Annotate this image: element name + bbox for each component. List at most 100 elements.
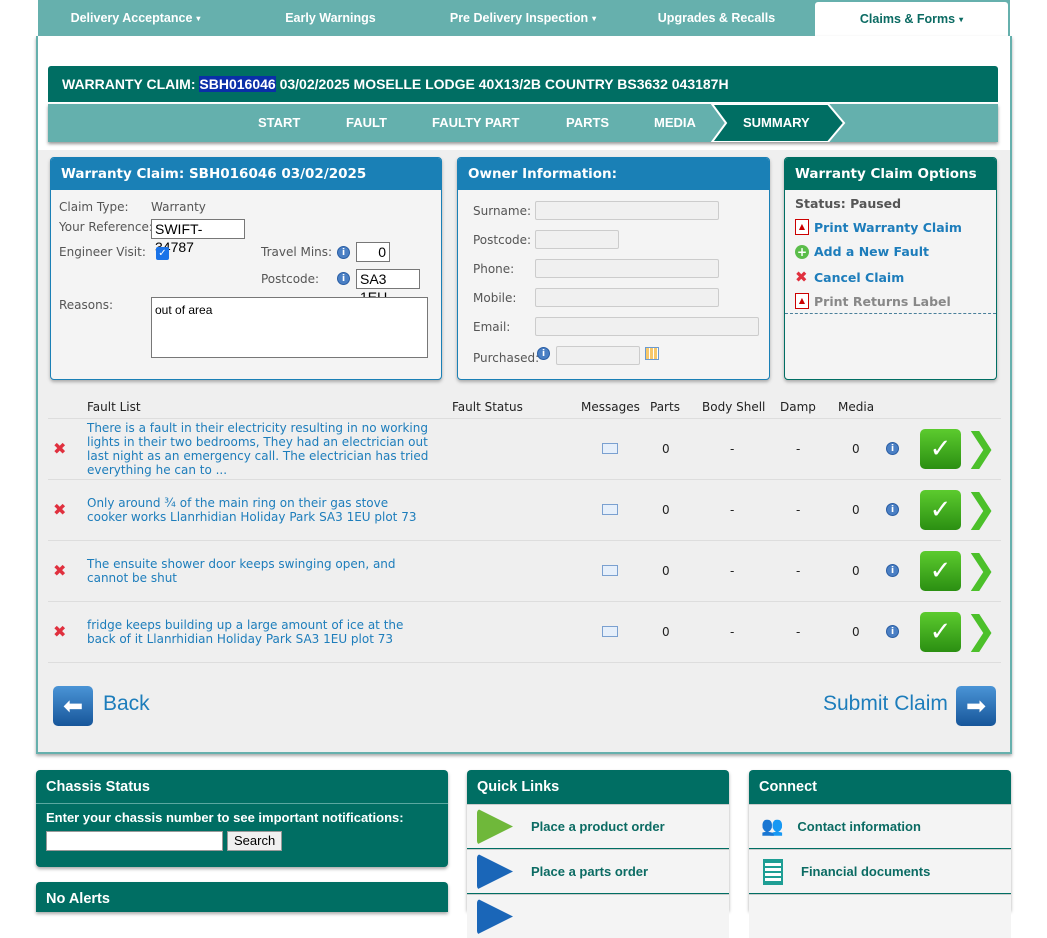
parts-count: 0 (662, 503, 670, 517)
tab-early-warnings[interactable]: Early Warnings (233, 0, 428, 36)
print-warranty-claim-link[interactable]: ▲ Print Warranty Claim (795, 219, 962, 235)
media-count: 0 (852, 625, 860, 639)
mail-icon[interactable] (602, 443, 618, 454)
header-prefix: WARRANTY CLAIM: (62, 76, 196, 92)
chevron-right-icon[interactable]: ❯ (965, 549, 997, 589)
info-icon[interactable]: i (886, 442, 899, 455)
submit-claim-link[interactable]: Submit Claim (823, 692, 948, 716)
back-link[interactable]: Back (103, 692, 150, 716)
fault-description-link[interactable]: The ensuite shower door keeps swinging o… (87, 557, 432, 585)
caret-down-icon: ▾ (196, 13, 201, 23)
submit-claim-button[interactable]: ➡ (956, 686, 996, 726)
cancel-claim-link[interactable]: ✖ Cancel Claim (795, 268, 904, 286)
step-media[interactable]: MEDIA (654, 104, 696, 142)
parts-count: 0 (662, 564, 670, 578)
parts-count: 0 (662, 442, 670, 456)
info-icon[interactable]: i (337, 246, 350, 259)
info-icon[interactable]: i (537, 347, 550, 360)
chevron-right-icon[interactable]: ❯ (965, 610, 997, 650)
step-parts[interactable]: PARTS (566, 104, 609, 142)
delete-fault-icon[interactable]: ✖ (53, 500, 66, 519)
info-icon[interactable]: i (886, 625, 899, 638)
info-icon[interactable]: i (337, 272, 350, 285)
quick-link-parts-order[interactable]: Place a parts order (467, 849, 729, 893)
mail-icon[interactable] (602, 504, 618, 515)
connect-more[interactable] (749, 894, 1011, 938)
engineer-visit-label: Engineer Visit: (59, 245, 146, 259)
caret-down-icon: ▾ (959, 14, 964, 24)
calendar-icon[interactable] (645, 347, 659, 360)
approve-check-button[interactable]: ✓ (920, 551, 961, 591)
tab-upgrades-recalls[interactable]: Upgrades & Recalls (618, 0, 815, 36)
fault-description-link[interactable]: Only around ¾ of the main ring on their … (87, 496, 432, 524)
claim-number: SBH016046 (199, 76, 276, 92)
info-icon[interactable]: i (886, 503, 899, 516)
connect-panel: Connect 👥 Contact information Financial d… (749, 770, 1011, 938)
connect-financial-documents[interactable]: Financial documents (749, 849, 1011, 893)
pdf-icon: ▲ (795, 219, 809, 235)
surname-input[interactable] (535, 201, 719, 220)
panel-title: Quick Links (477, 779, 560, 795)
reasons-textarea[interactable]: out of area (151, 297, 428, 358)
chevron-right-icon[interactable]: ❯ (965, 427, 997, 467)
fault-description-link[interactable]: fridge keeps building up a large amount … (87, 618, 432, 646)
delete-fault-icon[interactable]: ✖ (53, 622, 66, 641)
mail-icon[interactable] (602, 565, 618, 576)
chassis-prompt: Enter your chassis number to see importa… (46, 810, 404, 825)
divider (785, 313, 996, 314)
mobile-input[interactable] (535, 288, 719, 307)
tab-label: Delivery Acceptance (70, 11, 193, 25)
link-label: Place a product order (531, 819, 665, 834)
step-start[interactable]: START (258, 104, 300, 142)
quick-link-product-order[interactable]: Place a product order (467, 804, 729, 848)
tab-claims-forms[interactable]: Claims & Forms ▾ (815, 2, 1008, 36)
postcode-input[interactable]: SA3 1EU (356, 269, 420, 305)
back-button[interactable]: ⬅ (53, 686, 93, 726)
delete-fault-icon[interactable]: ✖ (53, 439, 66, 458)
engineer-visit-checkbox[interactable]: ✓ (156, 247, 169, 260)
step-fault[interactable]: FAULT (346, 104, 387, 142)
link-label: Contact information (797, 819, 921, 834)
print-returns-label-link[interactable]: ▲ Print Returns Label (795, 293, 951, 309)
quick-link-more[interactable] (467, 894, 729, 938)
body-shell-value: - (730, 564, 735, 578)
chassis-input[interactable] (46, 831, 223, 851)
panel-title: Warranty Claim Options (785, 158, 996, 190)
info-icon[interactable]: i (886, 564, 899, 577)
warranty-claim-panel: Warranty Claim: SBH016046 03/02/2025 Cla… (50, 157, 442, 380)
media-count: 0 (852, 503, 860, 517)
damp-value: - (796, 442, 801, 456)
search-button[interactable]: Search (227, 831, 283, 851)
owner-postcode-input[interactable] (535, 230, 619, 249)
approve-check-button[interactable]: ✓ (920, 490, 961, 530)
claim-header: WARRANTY CLAIM: SBH016046 03/02/2025 MOS… (48, 66, 998, 102)
delete-fault-icon[interactable]: ✖ (53, 561, 66, 580)
tab-delivery-acceptance[interactable]: Delivery Acceptance ▾ (38, 0, 233, 36)
approve-check-button[interactable]: ✓ (920, 429, 961, 469)
alerts-panel: No Alerts (36, 882, 448, 912)
cross-icon: ✖ (795, 268, 808, 286)
link-icon (477, 898, 513, 935)
step-faulty-part[interactable]: FAULTY PART (432, 104, 519, 142)
step-summary[interactable]: SUMMARY (743, 104, 810, 142)
reference-input[interactable]: SWIFT-34787 (151, 219, 245, 255)
connect-contact-information[interactable]: 👥 Contact information (749, 804, 1011, 848)
phone-input[interactable] (535, 259, 719, 278)
approve-check-button[interactable]: ✓ (920, 612, 961, 652)
add-new-fault-link[interactable]: + Add a New Fault (795, 244, 929, 259)
reference-label: Your Reference: (59, 220, 153, 234)
travel-mins-input[interactable]: 0 (356, 242, 390, 262)
panel-title: Owner Information: (458, 158, 769, 190)
purchased-input[interactable] (556, 346, 640, 365)
phone-label: Phone: (473, 262, 515, 276)
purchased-label: Purchased: (473, 351, 540, 365)
mobile-label: Mobile: (473, 291, 517, 305)
arrow-right-icon: ➡ (965, 692, 987, 720)
fault-description-link[interactable]: There is a fault in their electricity re… (87, 421, 432, 477)
tab-pre-delivery-inspection[interactable]: Pre Delivery Inspection ▾ (428, 0, 618, 36)
email-input[interactable] (535, 317, 759, 336)
col-messages: Messages (581, 400, 640, 414)
chevron-right-icon[interactable]: ❯ (965, 488, 997, 528)
people-icon: 👥 (761, 816, 784, 836)
mail-icon[interactable] (602, 626, 618, 637)
